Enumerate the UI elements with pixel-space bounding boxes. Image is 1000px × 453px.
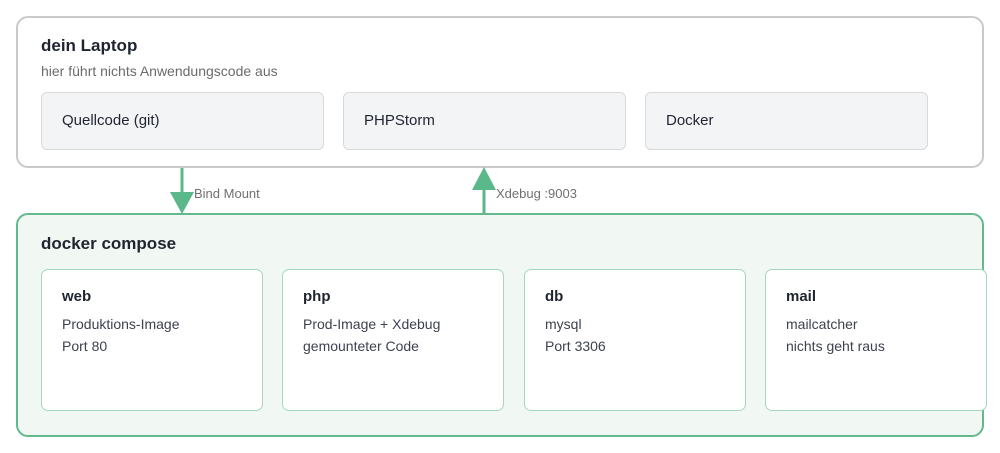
bind-mount-label: Bind Mount xyxy=(194,186,260,201)
service-name: db xyxy=(545,288,564,305)
service-detail: Port 3306 xyxy=(545,338,606,354)
tool-source-code: Quellcode (git) xyxy=(41,92,324,150)
service-web: web Produktions-Image Port 80 xyxy=(41,269,263,411)
service-name: php xyxy=(303,288,331,305)
tool-phpstorm: PHPStorm xyxy=(343,92,626,150)
service-mail: mail mailcatcher nichts geht raus xyxy=(765,269,987,411)
service-name: mail xyxy=(786,288,817,305)
laptop-title: dein Laptop xyxy=(41,36,138,55)
service-detail: mailcatcher xyxy=(786,316,858,332)
xdebug-label: Xdebug :9003 xyxy=(496,186,577,201)
xdebug-arrow xyxy=(472,167,496,213)
service-db: db mysql Port 3306 xyxy=(524,269,746,411)
bind-mount-arrow xyxy=(170,168,194,214)
laptop-group: dein Laptop hier führt nichts Anwendungs… xyxy=(16,16,984,168)
service-detail: Produktions-Image xyxy=(62,316,180,332)
service-detail: Port 80 xyxy=(62,338,108,354)
service-detail: gemounteter Code xyxy=(303,338,419,354)
service-name: web xyxy=(62,288,92,305)
compose-title: docker compose xyxy=(41,234,177,253)
service-detail: mysql xyxy=(545,316,582,332)
service-detail: Prod-Image + Xdebug xyxy=(303,316,441,332)
service-php: php Prod-Image + Xdebug gemounteter Code xyxy=(282,269,504,411)
service-detail: nichts geht raus xyxy=(786,338,885,354)
tool-docker: Docker xyxy=(645,92,928,150)
compose-group: docker compose web Produktions-Image Por… xyxy=(16,213,987,437)
laptop-subtitle: hier führt nichts Anwendungscode aus xyxy=(41,63,278,79)
